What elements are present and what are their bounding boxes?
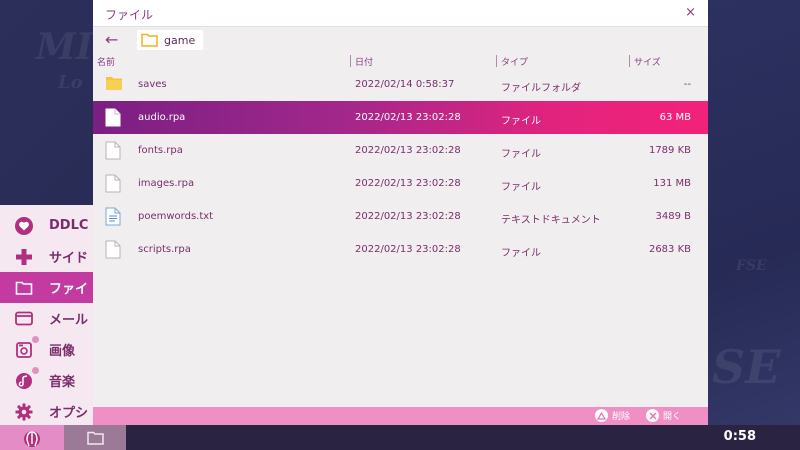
notification-badge bbox=[32, 366, 39, 374]
column-divider[interactable] bbox=[496, 55, 497, 67]
ddlc-logo-icon bbox=[24, 430, 40, 447]
start-menu-item-label: 画像 bbox=[49, 344, 76, 359]
file-row-audio-rpa[interactable]: audio.rpa 2022/02/13 23:02:28 ファイル 63 MB bbox=[93, 101, 708, 134]
start-menu-item-label: サイド bbox=[49, 251, 89, 266]
file-size: 131 MB bbox=[653, 178, 691, 189]
background-text: MI bbox=[36, 26, 93, 68]
file-date: 2022/02/13 23:02:28 bbox=[355, 211, 461, 222]
file-icon bbox=[105, 174, 123, 193]
path-breadcrumb[interactable]: game bbox=[137, 30, 204, 50]
background-text: Lo bbox=[58, 72, 83, 93]
file-icon bbox=[105, 108, 123, 127]
window-footer: 削除 開く bbox=[93, 407, 708, 425]
taskbar-files-app[interactable] bbox=[64, 425, 126, 450]
path-label: game bbox=[164, 33, 196, 47]
start-menu-item-images[interactable]: 画像 bbox=[0, 334, 93, 365]
folder-icon bbox=[105, 75, 123, 94]
start-menu-item-files[interactable]: ファイ bbox=[0, 272, 93, 303]
start-menu-item-label: 音楽 bbox=[49, 375, 76, 390]
column-header-name[interactable]: 名前 bbox=[97, 55, 115, 68]
file-type: ファイルフォルダ bbox=[501, 83, 581, 94]
start-menu-item-label: メール bbox=[49, 313, 89, 328]
image-icon bbox=[13, 335, 39, 361]
file-icon bbox=[105, 240, 123, 259]
column-header: 名前 日付 タイプ サイズ bbox=[93, 54, 708, 69]
file-row-images-rpa[interactable]: images.rpa 2022/02/13 23:02:28 ファイル 131 … bbox=[93, 167, 708, 200]
file-date: 2022/02/13 23:02:28 bbox=[355, 244, 461, 255]
file-name: saves bbox=[138, 79, 167, 90]
triangle-button-icon bbox=[595, 409, 608, 422]
taskbar: 0:58 bbox=[0, 425, 800, 450]
file-size: 1789 KB bbox=[648, 145, 691, 156]
address-bar: ← game bbox=[93, 27, 708, 54]
file-type: ファイル bbox=[501, 116, 541, 127]
file-size: 63 MB bbox=[659, 112, 691, 123]
heart-icon bbox=[13, 215, 35, 237]
file-name: images.rpa bbox=[138, 178, 195, 189]
file-name: scripts.rpa bbox=[138, 244, 191, 255]
background-text: FSE bbox=[736, 258, 767, 274]
file-size: -- bbox=[683, 79, 691, 90]
file-row-fonts-rpa[interactable]: fonts.rpa 2022/02/13 23:02:28 ファイル 1789 … bbox=[93, 134, 708, 167]
delete-button[interactable]: 削除 bbox=[595, 409, 630, 422]
file-name: fonts.rpa bbox=[138, 145, 183, 156]
open-label: 開く bbox=[663, 412, 682, 422]
start-menu: DDLC サイド ファイ メール 画像 音楽 オプシ bbox=[0, 205, 93, 425]
file-type: ファイル bbox=[501, 149, 541, 160]
start-menu-item-options[interactable]: オプシ bbox=[0, 396, 93, 427]
file-row-saves[interactable]: saves 2022/02/14 0:58:37 ファイルフォルダ -- bbox=[93, 68, 708, 101]
file-explorer-window: ファイル × ← game 名前 日付 タイプ サイズ saves 2022/0… bbox=[93, 0, 708, 425]
file-name: poemwords.txt bbox=[138, 211, 214, 222]
start-menu-item-music[interactable]: 音楽 bbox=[0, 365, 93, 396]
file-row-scripts-rpa[interactable]: scripts.rpa 2022/02/13 23:02:28 ファイル 268… bbox=[93, 233, 708, 266]
start-menu-item-side[interactable]: サイド bbox=[0, 241, 93, 272]
file-type: テキストドキュメント bbox=[501, 215, 601, 226]
file-icon bbox=[105, 141, 123, 160]
desktop-background-right: SE FSE bbox=[708, 0, 800, 425]
column-header-size[interactable]: サイズ bbox=[634, 55, 661, 68]
open-button[interactable]: 開く bbox=[646, 409, 681, 422]
folder-icon bbox=[13, 277, 35, 299]
file-type: ファイル bbox=[501, 248, 541, 259]
file-date: 2022/02/13 23:02:28 bbox=[355, 178, 461, 189]
file-size: 3489 B bbox=[655, 211, 692, 222]
start-menu-item-mail[interactable]: メール bbox=[0, 303, 93, 334]
start-menu-item-label: オプシ bbox=[49, 406, 89, 421]
taskbar-clock: 0:58 bbox=[723, 429, 756, 444]
gear-icon bbox=[13, 401, 35, 423]
file-date: 2022/02/13 23:02:28 bbox=[355, 145, 461, 156]
start-menu-item-label: DDLC bbox=[49, 218, 89, 233]
start-button[interactable] bbox=[0, 425, 64, 450]
folder-icon bbox=[141, 33, 158, 47]
file-size: 2683 KB bbox=[648, 244, 691, 255]
start-menu-item-label: ファイ bbox=[49, 282, 89, 297]
delete-label: 削除 bbox=[612, 412, 631, 422]
file-name: audio.rpa bbox=[138, 112, 186, 123]
column-divider[interactable] bbox=[629, 55, 630, 67]
back-button[interactable]: ← bbox=[105, 30, 118, 49]
plus-icon bbox=[13, 246, 35, 268]
text-file-icon bbox=[105, 207, 123, 226]
window-titlebar: ファイル × bbox=[93, 0, 708, 27]
close-button[interactable]: × bbox=[685, 5, 696, 20]
folder-icon bbox=[86, 431, 104, 445]
file-type: ファイル bbox=[501, 182, 541, 193]
cross-button-icon bbox=[646, 409, 659, 422]
music-icon bbox=[13, 366, 39, 392]
notification-badge bbox=[32, 335, 39, 343]
mail-icon bbox=[13, 308, 35, 330]
background-text: SE bbox=[712, 340, 781, 394]
column-header-date[interactable]: 日付 bbox=[355, 55, 373, 68]
start-menu-item-ddlc[interactable]: DDLC bbox=[0, 210, 93, 241]
file-date: 2022/02/14 0:58:37 bbox=[355, 79, 455, 90]
window-title: ファイル bbox=[105, 8, 154, 22]
file-date: 2022/02/13 23:02:28 bbox=[355, 112, 461, 123]
column-header-type[interactable]: タイプ bbox=[501, 55, 528, 68]
column-divider[interactable] bbox=[350, 55, 351, 67]
file-row-poemwords-txt[interactable]: poemwords.txt 2022/02/13 23:02:28 テキストドキ… bbox=[93, 200, 708, 233]
